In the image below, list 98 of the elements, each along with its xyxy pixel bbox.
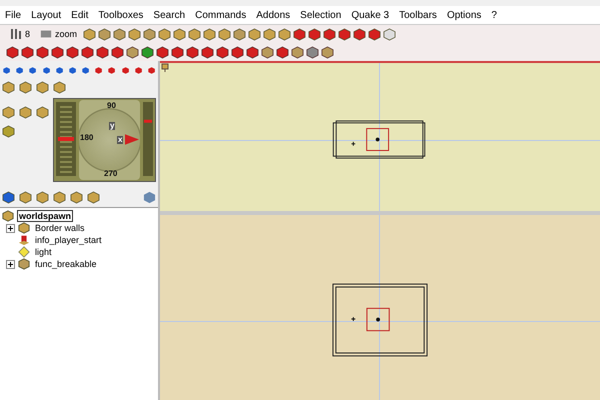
cube-icon (18, 222, 30, 234)
toolbar-cube-icon[interactable] (83, 28, 96, 40)
toolbar-cube-icon[interactable] (173, 28, 186, 40)
toolbar-cube-icon[interactable] (383, 28, 396, 40)
menu-item[interactable]: Options (446, 10, 482, 20)
toolbar-cube-icon[interactable] (231, 46, 244, 58)
view-tool-icon[interactable] (53, 191, 66, 204)
toolbar-cube-icon[interactable] (308, 28, 322, 40)
toolbar-cube-icon[interactable] (246, 46, 259, 58)
cube-tool-icon[interactable] (2, 81, 15, 94)
slider-thumb[interactable] (58, 137, 74, 141)
tree-item[interactable]: func_breakable (33, 258, 99, 270)
menu-item[interactable]: Commands (195, 10, 246, 20)
toolbar-cube-icon[interactable] (248, 28, 262, 40)
menu-item[interactable]: Toolbars (399, 10, 437, 20)
view-tool-icon[interactable] (87, 191, 100, 204)
cube-tool-icon[interactable] (36, 81, 49, 94)
view-tool-icon[interactable] (19, 191, 32, 204)
toolbar-cube-icon[interactable] (261, 46, 274, 58)
toolbar-cube-icon[interactable] (51, 46, 64, 58)
toolbar-cube-icon[interactable] (218, 28, 232, 40)
toolbar-cube-icon[interactable] (263, 28, 276, 40)
toolbar-cube-icon[interactable] (188, 28, 202, 40)
view-options-icon[interactable] (160, 63, 170, 73)
tree-item[interactable]: info_player_start (33, 234, 104, 246)
toolbar-cube-icon[interactable] (141, 46, 154, 58)
toolbar-cube-icon[interactable] (233, 28, 246, 40)
tree-item[interactable]: worldspawn (17, 210, 74, 222)
menu-item[interactable]: Selection (300, 10, 342, 20)
toolbar-cube-icon[interactable] (171, 46, 184, 58)
height-slider-track[interactable] (55, 100, 77, 178)
compass-label: 90 (107, 102, 116, 110)
zoom-button[interactable]: zoom (36, 28, 82, 40)
toolbar-cube-icon[interactable] (201, 46, 214, 58)
toolbar-cube-icon[interactable] (98, 28, 112, 40)
toolbar-cube-icon[interactable] (21, 46, 34, 58)
direction-arrow-icon (125, 134, 139, 145)
expand-toggle-icon[interactable] (6, 260, 15, 268)
toolbar-cube-icon[interactable] (6, 46, 19, 58)
view-tool-icon[interactable] (36, 191, 49, 204)
toolbar-cube-icon[interactable] (186, 46, 199, 58)
menu-item[interactable]: Toolboxes (98, 10, 144, 20)
toolbar-cube-icon[interactable] (158, 28, 172, 40)
toolbar-cube-icon[interactable] (293, 28, 306, 40)
toolbar-cube-icon[interactable] (368, 28, 382, 40)
toolbar-cube-icon[interactable] (216, 46, 229, 58)
toolbar-cube-icon[interactable] (128, 28, 142, 40)
zoom-icon (40, 28, 52, 40)
toolbar-cube-icon[interactable] (353, 28, 366, 40)
expand-toggle-icon[interactable] (6, 224, 15, 232)
menu-item[interactable]: ? (491, 10, 497, 20)
toolbar-cube-icon[interactable] (36, 46, 49, 58)
cube-tool-icon[interactable] (143, 191, 156, 204)
bulb-icon (18, 246, 30, 258)
pitch-slider-track[interactable] (142, 100, 154, 178)
toolbar-cube-icon[interactable] (96, 46, 109, 58)
cube-tool-icon[interactable] (2, 106, 15, 119)
compass-label: 270 (104, 170, 118, 178)
toolbar-cube-icon[interactable] (321, 46, 334, 58)
player-marker-icon (18, 234, 30, 246)
menu-item[interactable]: Addons (256, 10, 290, 20)
axis-label: x (117, 136, 124, 144)
toolbar-cube-icon[interactable] (156, 46, 169, 58)
toolbar-cube-icon[interactable] (143, 28, 156, 40)
cube-tool-icon[interactable] (36, 106, 49, 119)
cube-tool-icon[interactable] (19, 106, 32, 119)
view-tool-icon[interactable] (2, 191, 15, 204)
folder-cube-icon (2, 210, 14, 222)
menu-item[interactable]: Quake 3 (351, 10, 390, 20)
view-tool-icon[interactable] (70, 191, 83, 204)
compass-panel[interactable]: 90 180 270 x y (53, 98, 156, 182)
toolbar-cube-icon[interactable] (306, 46, 319, 58)
cube-tool-icon[interactable] (19, 81, 32, 94)
grid-icon (10, 28, 22, 40)
grid-size-button[interactable]: 8 (6, 28, 34, 40)
toolbar-cube-icon[interactable] (203, 28, 216, 40)
toolbar-cube-icon[interactable] (323, 28, 336, 40)
cube-tool-icon[interactable] (53, 81, 66, 94)
toolbar-cube-icon[interactable] (291, 46, 304, 58)
toolbar-cube-icon[interactable] (278, 28, 292, 40)
toolbar-cube-icon[interactable] (338, 28, 352, 40)
menu-item[interactable]: Layout (31, 10, 62, 20)
toolbar-cube-icon[interactable] (126, 46, 139, 58)
toolbar-cube-icon[interactable] (113, 28, 126, 40)
menu-item[interactable]: Search (153, 10, 186, 20)
menu-item[interactable]: Edit (71, 10, 88, 20)
compass-label: 180 (80, 134, 94, 142)
toolbar-cube-icon[interactable] (66, 46, 79, 58)
slider-thumb[interactable] (144, 120, 152, 123)
tree-item[interactable]: light (33, 246, 54, 258)
toolbar-cube-icon[interactable] (111, 46, 124, 58)
cube-icon (18, 258, 30, 270)
tree-item[interactable]: Border walls (33, 222, 87, 234)
toolbar-cube-icon[interactable] (81, 46, 94, 58)
axis-label: y (109, 122, 116, 130)
toolbar-cube-icon[interactable] (276, 46, 289, 58)
menu-item[interactable]: File (5, 10, 22, 20)
cube-tool-icon[interactable] (2, 125, 15, 138)
